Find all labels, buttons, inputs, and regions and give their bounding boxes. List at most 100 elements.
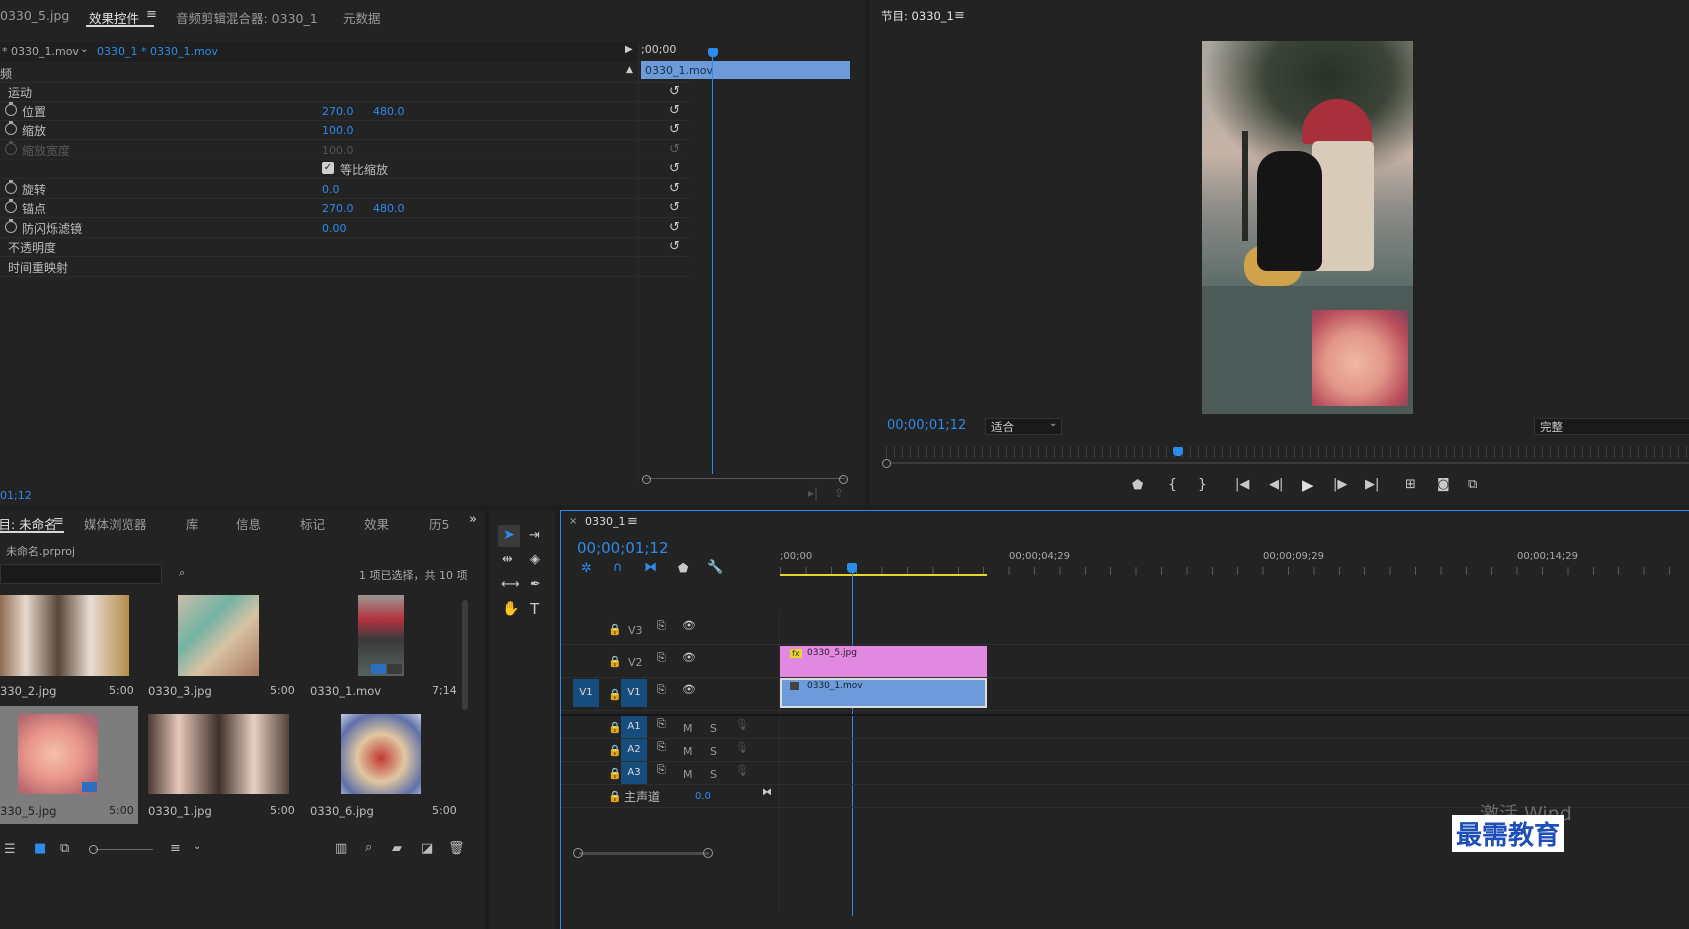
step-back-icon[interactable]: ◀|: [1269, 477, 1283, 492]
thumbnail-0330-6[interactable]: [341, 714, 421, 794]
timeline-scrollbar[interactable]: [579, 852, 709, 855]
tab-media-browser[interactable]: 媒体浏览器: [84, 514, 147, 533]
razor-icon[interactable]: ◈: [530, 552, 540, 567]
mute-button[interactable]: M: [683, 768, 693, 781]
source-patch-v1[interactable]: V1: [573, 679, 599, 707]
sync-lock-icon[interactable]: ⎘: [657, 740, 666, 754]
sequence-clip-label[interactable]: 0330_1 * 0330_1.mov: [97, 45, 218, 58]
go-to-out-icon[interactable]: ▶|: [1365, 477, 1379, 492]
mini-scrollbar[interactable]: [645, 478, 845, 482]
track-a2-label[interactable]: A2: [621, 739, 647, 761]
new-bin-icon[interactable]: ▰: [392, 841, 402, 856]
lock-icon[interactable]: 🔒: [608, 767, 622, 780]
microphone-icon[interactable]: 🎙: [735, 741, 749, 754]
panel-menu-icon[interactable]: ≡: [954, 8, 965, 23]
mark-out-icon[interactable]: }: [1198, 477, 1207, 493]
scale-value[interactable]: 100.0: [322, 124, 354, 137]
source-clip-label[interactable]: * 0330_1.mov: [2, 45, 79, 58]
chevron-down-icon[interactable]: ⌄: [193, 841, 201, 852]
master-volume-value[interactable]: 0.0: [695, 791, 711, 802]
eye-icon[interactable]: 👁: [682, 619, 696, 632]
sync-lock-icon[interactable]: ⎘: [657, 717, 666, 731]
thumbnail-0330-1-jpg[interactable]: [148, 714, 289, 794]
zoom-dropdown[interactable]: 适合 ⌄: [985, 418, 1062, 435]
lock-icon[interactable]: 🔒: [608, 790, 622, 803]
sync-lock-icon[interactable]: ⎘: [657, 763, 666, 777]
icon-view-icon[interactable]: ■: [34, 841, 46, 856]
export-icon[interactable]: ⇪: [834, 486, 844, 500]
sync-lock-icon[interactable]: ⎘: [657, 619, 666, 633]
uniform-scale-checkbox[interactable]: ✓: [322, 162, 334, 174]
step-forward-icon[interactable]: |▶: [1333, 477, 1347, 492]
sync-lock-icon[interactable]: ⎘: [657, 651, 666, 665]
position-x-value[interactable]: 270.0: [322, 105, 354, 118]
zoom-slider[interactable]: [95, 849, 153, 850]
filter-icon[interactable]: ▸|: [808, 486, 818, 500]
play-icon[interactable]: ▶: [1302, 476, 1314, 494]
sort-icon[interactable]: ≡: [170, 841, 181, 856]
track-a3-label[interactable]: A3: [621, 762, 647, 784]
automate-to-sequence-icon[interactable]: ▥: [335, 841, 347, 856]
type-tool-icon[interactable]: T: [530, 600, 539, 618]
export-frame-icon[interactable]: ◙: [1437, 477, 1450, 492]
program-scrub-ruler[interactable]: [886, 446, 1689, 458]
lock-icon[interactable]: 🔒: [608, 623, 622, 636]
zoom-slider-handle[interactable]: [89, 845, 98, 854]
lock-icon[interactable]: 🔒: [608, 688, 622, 701]
track-v2-label[interactable]: V2: [628, 656, 643, 669]
anchor-x-value[interactable]: 270.0: [322, 202, 354, 215]
lock-icon[interactable]: 🔒: [608, 655, 622, 668]
chevron-down-icon[interactable]: ⌄: [80, 44, 88, 55]
new-search-bin-icon[interactable]: ⌕: [179, 566, 185, 580]
panel-menu-icon[interactable]: ≡: [627, 514, 638, 529]
reset-icon[interactable]: ↺: [669, 220, 680, 235]
scrub-track[interactable]: [890, 462, 1689, 464]
solo-button[interactable]: S: [710, 745, 717, 758]
stopwatch-icon[interactable]: [5, 199, 17, 213]
reset-icon[interactable]: ↺: [669, 103, 680, 118]
project-scrollbar[interactable]: [462, 600, 468, 710]
program-monitor-title[interactable]: 节目: 0330_1: [881, 8, 954, 24]
tab-libraries[interactable]: 库: [186, 514, 199, 533]
tab-markers[interactable]: 标记: [300, 514, 325, 533]
stopwatch-icon[interactable]: [5, 180, 17, 194]
pip-overlay-image[interactable]: [1312, 310, 1408, 406]
eye-icon[interactable]: 👁: [682, 651, 696, 664]
scroll-handle-left[interactable]: [642, 475, 651, 484]
rotation-value[interactable]: 0.0: [322, 183, 340, 196]
mark-in-icon[interactable]: {: [1168, 477, 1177, 493]
scroll-handle-right[interactable]: [703, 848, 713, 858]
video-frame[interactable]: [1202, 41, 1413, 414]
find-icon[interactable]: ⌕: [365, 840, 372, 855]
thumbnail-0330-3[interactable]: [178, 595, 259, 676]
lock-icon[interactable]: 🔒: [608, 744, 622, 757]
effect-controls-time[interactable]: 01;12: [0, 489, 32, 502]
compare-view-icon[interactable]: ⧉: [1468, 477, 1477, 492]
nest-toggle-icon[interactable]: ✲: [581, 561, 592, 576]
motion-row[interactable]: 运动 ↺: [0, 81, 690, 102]
collapse-arrow-icon[interactable]: ▲: [626, 65, 633, 75]
position-y-value[interactable]: 480.0: [373, 105, 405, 118]
stopwatch-icon[interactable]: [5, 219, 17, 233]
hand-icon[interactable]: ✋: [502, 601, 519, 617]
reset-icon[interactable]: ↺: [669, 239, 680, 254]
expand-arrow-icon[interactable]: ▶: [625, 44, 633, 55]
item-name[interactable]: 0330_1.jpg: [148, 804, 212, 818]
reset-icon[interactable]: ↺: [669, 200, 680, 215]
track-select-icon[interactable]: ⇥: [529, 528, 540, 543]
track-a1-label[interactable]: A1: [621, 716, 647, 738]
reset-icon[interactable]: ↺: [669, 122, 680, 137]
program-playhead[interactable]: [1173, 447, 1183, 456]
solo-button[interactable]: S: [710, 722, 717, 735]
solo-button[interactable]: S: [710, 768, 717, 781]
tab-effects[interactable]: 效果: [364, 514, 389, 533]
new-item-icon[interactable]: ◪: [421, 841, 433, 856]
scrub-start-handle[interactable]: [882, 459, 891, 468]
trash-icon[interactable]: 🗑: [448, 841, 465, 856]
tab-source-clip[interactable]: 0330_5.jpg: [0, 8, 69, 23]
item-name[interactable]: 0330_1.mov: [310, 684, 381, 698]
add-marker-icon[interactable]: ⬟: [678, 561, 688, 575]
item-name[interactable]: 0330_6.jpg: [310, 804, 374, 818]
linked-selection-icon[interactable]: ⧓: [644, 560, 657, 575]
stopwatch-icon[interactable]: [5, 121, 17, 135]
